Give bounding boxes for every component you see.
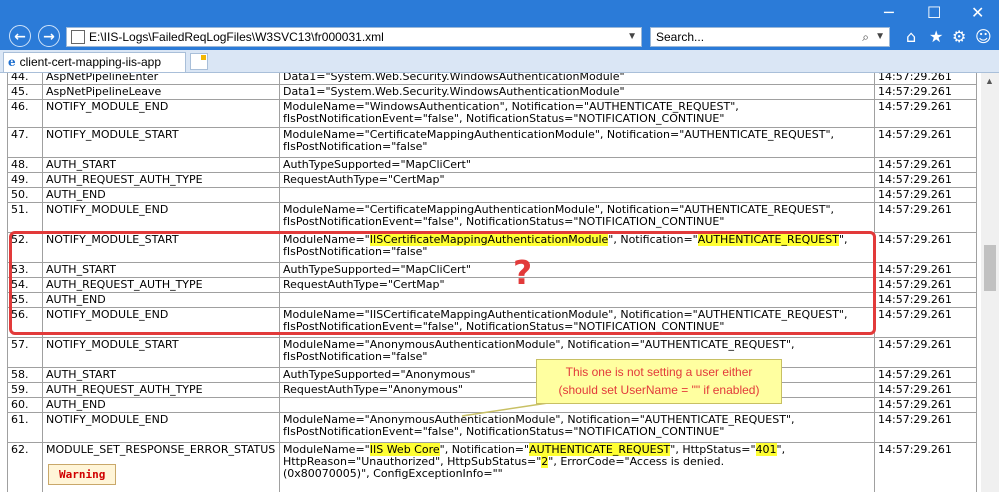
minimize-icon[interactable]: ─ [884, 3, 894, 22]
annotation-callout: This one is not setting a user either (s… [536, 359, 782, 404]
table-row: 47. NOTIFY_MODULE_START ModuleName="Certif… [7, 127, 977, 158]
search-dropdown-icon[interactable]: ▼ [875, 28, 885, 46]
scroll-up-icon[interactable]: ▲ [985, 76, 994, 86]
address-text: E:\IIS-Logs\FailedReqLogFiles\W3SVC13\fr… [89, 30, 384, 44]
table-row: 44. AspNetPipelineEnter Data1="System.Web.… [7, 73, 977, 85]
favorites-star-icon[interactable]: ★ [929, 27, 943, 46]
table-row: 49. AUTH_REQUEST_AUTH_TYPE RequestAuthType… [7, 172, 977, 188]
table-row: 53. AUTH_START AuthTypeSupported="MapCliCe… [7, 262, 977, 278]
table-row: 46. NOTIFY_MODULE_END ModuleName="WindowsA… [7, 99, 977, 128]
table-row: 55. AUTH_END 14:57:29.261 [7, 292, 977, 308]
back-button[interactable]: ← [9, 25, 31, 47]
close-icon[interactable]: ✕ [971, 3, 984, 22]
table-row: 56. NOTIFY_MODULE_END ModuleName="IISCerti… [7, 307, 977, 338]
table-row: 57. NOTIFY_MODULE_START ModuleName="Anonym… [7, 337, 977, 368]
table-row: 45. AspNetPipelineLeave Data1="System.Web.… [7, 84, 977, 100]
table-row: 54. AUTH_REQUEST_AUTH_TYPE RequestAuthType… [7, 277, 977, 293]
scrollbar-thumb[interactable] [984, 245, 996, 291]
forward-button[interactable]: → [38, 25, 60, 47]
page-icon [71, 30, 85, 44]
table-row: 61. NOTIFY_MODULE_END ModuleName="Anonymou… [7, 412, 977, 443]
table-row: 59. AUTH_REQUEST_AUTH_TYPE RequestAuthType… [7, 382, 977, 398]
annotation-question-mark: ? [513, 253, 533, 292]
address-bar[interactable]: E:\IIS-Logs\FailedReqLogFiles\W3SVC13\fr… [66, 27, 642, 47]
ie-icon: e [8, 55, 16, 69]
settings-gear-icon[interactable]: ⚙ [952, 27, 966, 46]
table-row: 58. AUTH_START AuthTypeSupported="Anonymou… [7, 367, 977, 383]
log-table: 44. AspNetPipelineEnter Data1="System.Web.… [7, 73, 977, 492]
callout-line-2: (should set UserName = "" if enabled) [558, 383, 760, 397]
table-row: 51. NOTIFY_MODULE_END ModuleName="Certific… [7, 202, 977, 233]
callout-line-1: This one is not setting a user either [565, 365, 753, 379]
address-dropdown-icon[interactable]: ▼ [627, 28, 637, 46]
new-tab-button[interactable] [190, 53, 208, 70]
table-row: 50. AUTH_END 14:57:29.261 [7, 187, 977, 203]
tab-active[interactable]: e client-cert-mapping-iis-app [3, 52, 186, 72]
table-row: 52. NOTIFY_MODULE_START ModuleName="IISCer… [7, 232, 977, 263]
log-content: 44. AspNetPipelineEnter Data1="System.Web.… [0, 73, 980, 492]
tab-title: client-cert-mapping-iis-app [19, 55, 162, 69]
highlighted-value: AUTHENTICATE_REQUEST [697, 233, 839, 246]
warning-badge: Warning [48, 464, 117, 485]
maximize-icon[interactable]: ☐ [927, 3, 941, 22]
table-row: 48. AUTH_START AuthTypeSupported="MapCliCe… [7, 157, 977, 173]
search-input[interactable]: Search... ⌕ ▼ [650, 27, 890, 47]
search-placeholder: Search... [656, 30, 705, 44]
tab-bar: e client-cert-mapping-iis-app [0, 50, 999, 73]
highlighted-value: 401 [755, 443, 777, 456]
vertical-scrollbar[interactable]: ▲ [981, 73, 999, 492]
table-row: 62. MODULE_SET_RESPONSE_ERROR_STATUS Warni… [7, 442, 977, 492]
smiley-feedback-icon[interactable]: ☺ [975, 27, 992, 46]
browser-titlebar: ← → E:\IIS-Logs\FailedReqLogFiles\W3SVC1… [0, 0, 999, 50]
home-icon[interactable]: ⌂ [906, 27, 916, 46]
search-icon[interactable]: ⌕ [862, 28, 869, 46]
table-row: 60. AUTH_END 14:57:29.261 [7, 397, 977, 413]
